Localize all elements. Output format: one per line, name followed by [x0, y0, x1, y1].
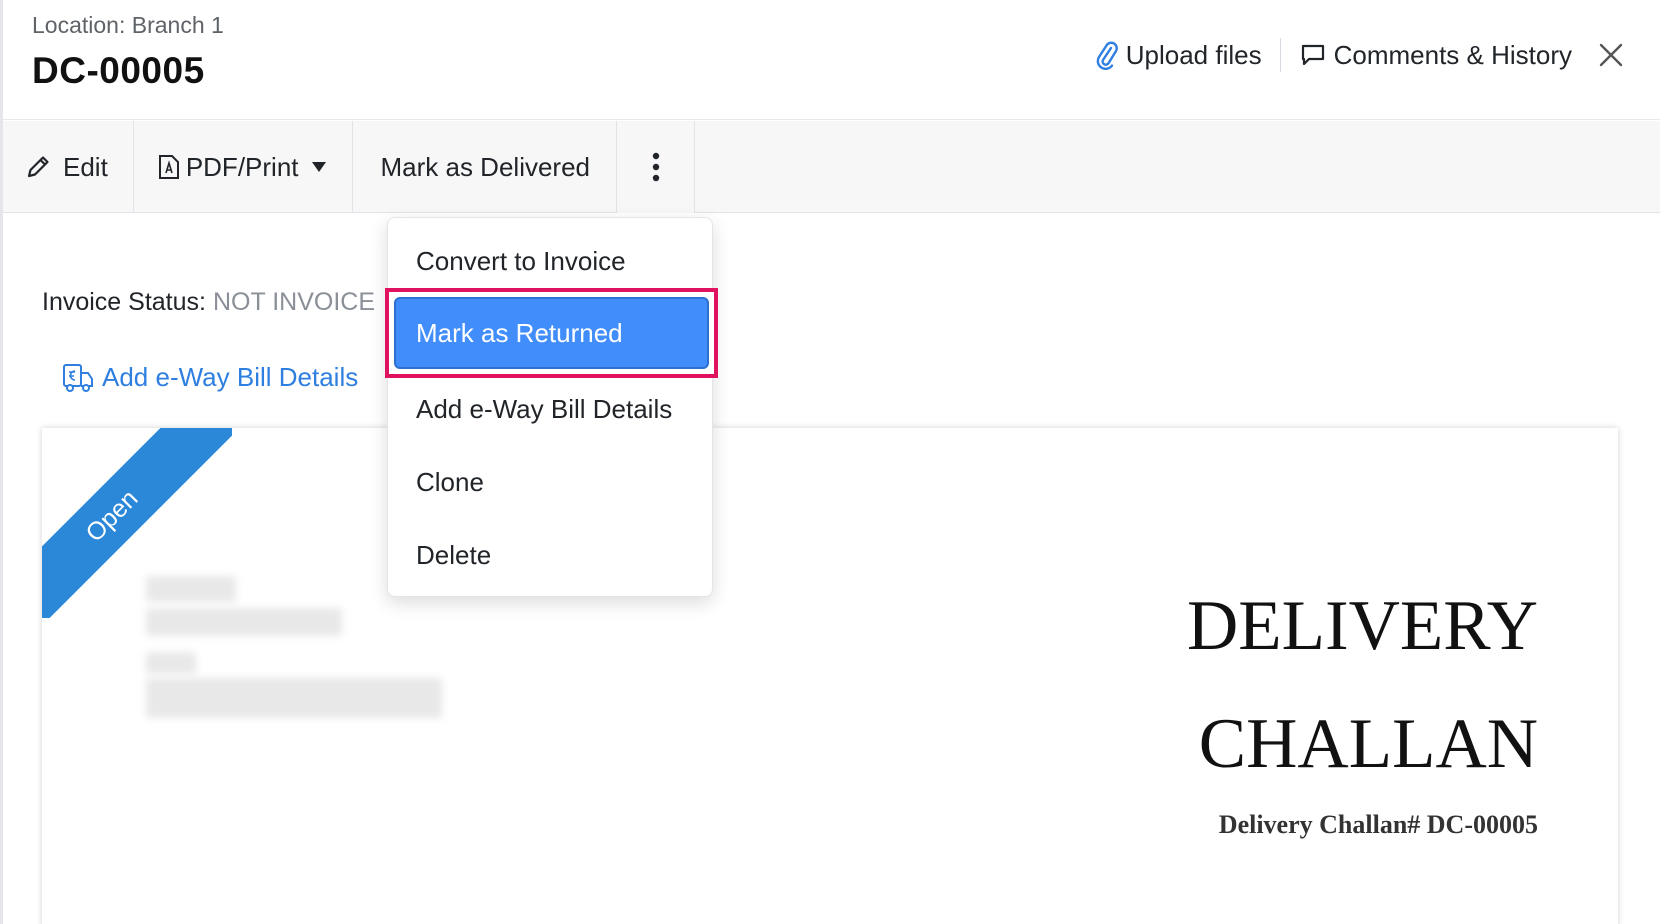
comments-history-label: Comments & History	[1333, 39, 1572, 70]
more-actions-button[interactable]	[617, 121, 696, 213]
pdf-print-label: PDF/Print	[185, 151, 299, 182]
invoice-status: Invoice Status: NOT INVOICE	[42, 288, 375, 317]
comments-history-button[interactable]: Comments & History	[1300, 40, 1572, 71]
header-actions: Upload files Comments & History	[1096, 30, 1660, 80]
page-header: Location: Branch 1 DC-00005 Upload files…	[3, 0, 1660, 120]
pdf-icon	[158, 154, 180, 180]
more-actions-menu: Convert to Invoice Mark as Returned Add …	[385, 217, 718, 597]
menu-item-delete[interactable]: Delete	[388, 524, 712, 586]
blurred-address-line	[146, 608, 342, 636]
page-title: DC-00005	[32, 50, 205, 91]
blurred-address-line	[146, 678, 442, 718]
close-button[interactable]	[1598, 42, 1624, 68]
action-toolbar: Edit PDF/Print Mark as Delivered	[3, 121, 1660, 213]
edit-label: Edit	[63, 151, 108, 182]
document-preview: Open DELIVERY CHALLAN Delivery Challan# …	[42, 428, 1618, 924]
comment-icon	[1300, 43, 1326, 67]
divider	[1279, 38, 1281, 72]
blurred-address-line	[146, 652, 196, 674]
location-label: Location: Branch 1	[32, 12, 224, 38]
menu-item-convert-to-invoice[interactable]: Convert to Invoice	[388, 230, 712, 292]
document-title-line1: DELIVERY	[1186, 587, 1538, 665]
mark-as-delivered-label: Mark as Delivered	[380, 151, 591, 182]
menu-item-add-eway-bill[interactable]: Add e-Way Bill Details	[388, 378, 712, 440]
pencil-icon	[25, 154, 51, 180]
caret-down-icon	[311, 161, 327, 173]
upload-files-button[interactable]: Upload files	[1096, 40, 1262, 71]
document-title-line2: CHALLAN	[1198, 705, 1538, 783]
menu-item-mark-as-returned[interactable]: Mark as Returned	[394, 297, 709, 369]
highlight-box: Mark as Returned	[385, 288, 718, 378]
menu-item-clone[interactable]: Clone	[388, 451, 712, 513]
document-number: Delivery Challan# DC-00005	[1218, 810, 1538, 839]
add-eway-bill-link[interactable]: Add e-Way Bill Details	[62, 362, 358, 393]
pdf-print-button[interactable]: PDF/Print	[134, 121, 353, 213]
paperclip-icon	[1096, 40, 1118, 70]
add-eway-bill-label: Add e-Way Bill Details	[102, 362, 359, 392]
eway-truck-icon	[62, 363, 94, 393]
more-vertical-icon	[652, 152, 660, 182]
invoice-status-label: Invoice Status:	[42, 288, 206, 316]
invoice-status-value: NOT INVOICE	[212, 288, 375, 316]
mark-as-delivered-button[interactable]: Mark as Delivered	[353, 121, 618, 213]
upload-files-label: Upload files	[1125, 39, 1262, 70]
blurred-address-line	[146, 576, 236, 602]
edit-button[interactable]: Edit	[3, 121, 134, 213]
close-icon	[1598, 42, 1624, 68]
